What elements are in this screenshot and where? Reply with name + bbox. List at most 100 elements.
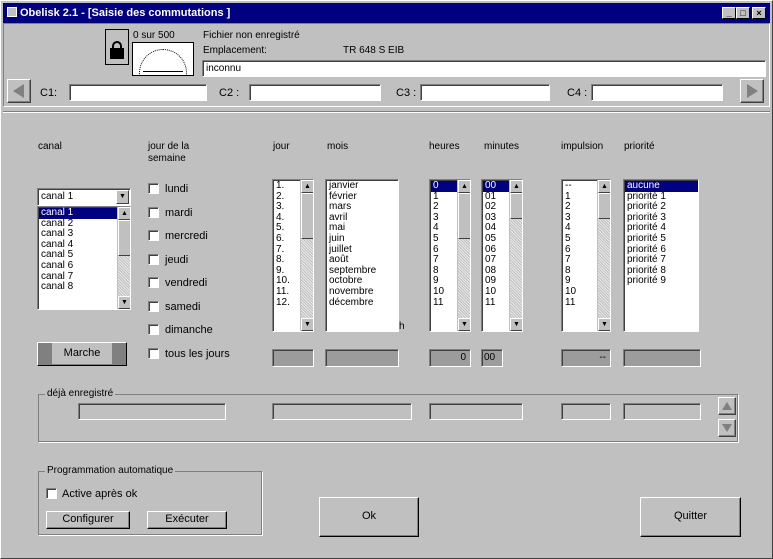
restore-button[interactable]: □ xyxy=(736,7,750,19)
minutes-list[interactable]: 00 01 02 03 04 05 06 07 08 09 10 11 ▲ ▼ xyxy=(481,179,523,332)
device-name: TR 648 S EIB xyxy=(343,45,405,56)
weekday-checkbox[interactable] xyxy=(148,206,159,218)
list-item[interactable]: novembre xyxy=(327,286,398,298)
weekday-label: dimanche xyxy=(165,324,213,336)
active-checkbox[interactable] xyxy=(46,488,57,499)
next-button[interactable] xyxy=(740,79,764,103)
list-item[interactable]: priorité 5 xyxy=(625,233,698,245)
impulsion-heading: impulsion xyxy=(561,141,604,152)
application-window: Obelisk 2.1 - [Saisie des commutations ]… xyxy=(0,0,773,559)
deja-up-button[interactable] xyxy=(718,397,736,415)
minimize-button[interactable]: _ xyxy=(722,7,736,19)
list-item[interactable]: décembre xyxy=(327,297,398,309)
scroll-up-icon[interactable]: ▲ xyxy=(510,180,522,193)
mois-list[interactable]: janvier février mars avril mai juin juillet aoû… xyxy=(325,179,399,332)
scroll-thumb[interactable] xyxy=(458,193,470,239)
deja-heure xyxy=(429,403,523,420)
ok-button[interactable]: Ok xyxy=(319,497,419,537)
deja-down-button[interactable] xyxy=(718,419,736,437)
scroll-up-icon[interactable]: ▲ xyxy=(118,207,130,220)
weekday-checkbox[interactable] xyxy=(148,347,159,359)
quitter-button[interactable]: Quitter xyxy=(640,497,741,537)
scroll-down-icon[interactable]: ▼ xyxy=(458,318,470,331)
mois-heading: mois xyxy=(327,141,349,152)
jour-semaine-heading: jour de la semaine xyxy=(148,141,190,164)
weekday-label: jeudi xyxy=(165,253,189,266)
arrow-down-icon xyxy=(722,424,732,432)
list-item[interactable]: aucune xyxy=(625,180,698,192)
deja-priorite xyxy=(623,403,701,420)
weekday-label: samedi xyxy=(165,300,201,313)
heures-summary: 0 xyxy=(429,349,471,367)
jour-list[interactable]: 1. 2. 3. 4. 5. 6. 7. 8. 9. 10. 11. 12. ▲ ▼ xyxy=(272,179,314,332)
weekday-checkbox[interactable] xyxy=(148,230,159,241)
marche-label: Marche xyxy=(63,347,101,359)
c4-field[interactable] xyxy=(591,84,723,101)
scroll-down-icon[interactable]: ▼ xyxy=(598,318,610,331)
c1-field[interactable] xyxy=(69,84,207,101)
scroll-thumb[interactable] xyxy=(510,193,522,219)
previous-button[interactable] xyxy=(7,79,31,103)
heures-list[interactable]: 0 1 2 3 4 5 6 7 8 9 10 11 ▲ ▼ xyxy=(429,179,471,332)
weekday-checkbox[interactable] xyxy=(148,183,159,194)
app-icon xyxy=(7,7,17,17)
scroll-down-icon[interactable]: ▼ xyxy=(301,318,313,331)
canal-list[interactable]: canal 1 canal 2 canal 3 canal 4 canal 5 canal… xyxy=(37,206,131,310)
name-field[interactable]: inconnu xyxy=(202,60,766,77)
canal-combo[interactable]: canal 1 ▼ xyxy=(37,188,131,206)
scroll-thumb[interactable] xyxy=(598,193,610,219)
auto-title: Programmation automatique xyxy=(45,465,176,477)
list-item[interactable]: juin xyxy=(327,233,398,245)
deja-impulsion xyxy=(561,403,611,420)
priorite-heading: priorité xyxy=(624,141,655,152)
weekday-label: mardi xyxy=(165,206,193,219)
title-bar: Obelisk 2.1 - [Saisie des commutations ]… xyxy=(3,3,770,23)
scroll-up-icon[interactable]: ▲ xyxy=(458,180,470,193)
deja-enregistre-title: déjà enregistré xyxy=(45,388,116,400)
c2-field[interactable] xyxy=(249,84,381,101)
c1-label: C1: xyxy=(40,87,58,99)
list-item[interactable]: priorité 9 xyxy=(625,276,698,287)
jour-heading: jour xyxy=(273,141,290,152)
executer-button[interactable]: Exécuter xyxy=(147,511,227,529)
scroll-down-icon[interactable]: ▼ xyxy=(510,318,522,331)
mois-suffix: h xyxy=(399,321,405,332)
scroll-thumb[interactable] xyxy=(301,193,313,239)
scroll-up-icon[interactable]: ▲ xyxy=(301,180,313,193)
active-label: Active après ok xyxy=(62,488,138,500)
deja-date xyxy=(272,403,412,420)
c3-label: C3 : xyxy=(396,87,417,99)
scroll-up-icon[interactable]: ▲ xyxy=(598,180,610,193)
impulsion-list[interactable]: -- 1 2 3 4 5 6 7 8 9 10 11 ▲ ▼ xyxy=(561,179,611,332)
arrow-left-icon xyxy=(13,84,24,98)
canal-heading: canal xyxy=(38,141,62,152)
scroll-down-icon[interactable]: ▼ xyxy=(118,296,130,309)
weekday-checkbox[interactable] xyxy=(148,300,159,312)
c4-label: C4 : xyxy=(567,87,588,99)
gauge-icon xyxy=(132,42,194,76)
canal-combo-value: canal 1 xyxy=(41,191,74,202)
minutes-heading: minutes xyxy=(484,141,520,152)
close-button[interactable]: × xyxy=(752,7,766,19)
marche-indicator xyxy=(112,343,126,365)
weekday-checkbox[interactable] xyxy=(148,324,159,335)
list-item[interactable]: janvier xyxy=(327,180,398,192)
weekday-label: lundi xyxy=(165,183,189,195)
c2-label: C2 : xyxy=(219,87,240,99)
window-title: Obelisk 2.1 - [Saisie des commutations ] xyxy=(20,7,231,19)
weekday-checkbox[interactable] xyxy=(148,277,159,288)
scroll-thumb[interactable] xyxy=(118,220,130,256)
jour-summary xyxy=(272,349,314,367)
priorite-list[interactable]: aucune priorité 1 priorité 2 priorité 3 prio… xyxy=(623,179,699,332)
arrow-up-icon xyxy=(722,402,732,410)
divider xyxy=(3,111,770,113)
c3-field[interactable] xyxy=(420,84,550,101)
marche-button[interactable]: Marche xyxy=(37,342,127,366)
chevron-down-icon[interactable]: ▼ xyxy=(116,190,129,204)
weekday-checkbox[interactable] xyxy=(148,253,159,265)
deja-canal xyxy=(78,403,226,420)
configurer-button[interactable]: Configurer xyxy=(46,511,130,529)
heures-heading: heures xyxy=(429,141,460,152)
impulsion-summary: -- xyxy=(561,349,611,367)
minutes-summary: 00 xyxy=(481,349,503,367)
